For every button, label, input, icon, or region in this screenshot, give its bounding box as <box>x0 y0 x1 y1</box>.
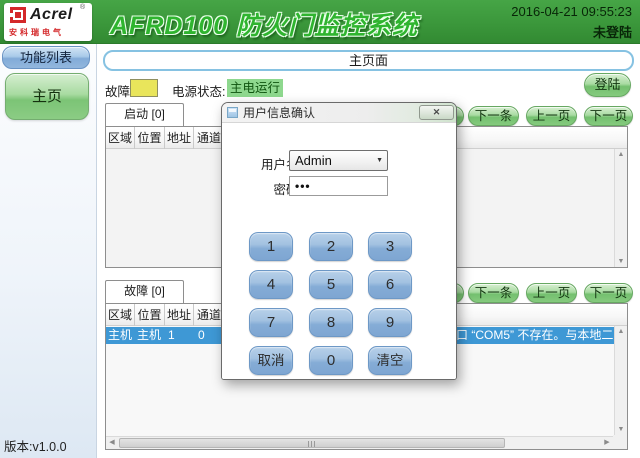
brand-text: Acrel <box>30 6 73 24</box>
scroll-up-icon[interactable]: ▲ <box>615 326 627 337</box>
cell-area: 主机 <box>108 327 132 344</box>
version-text: 版本:v1.0.0 <box>4 436 67 455</box>
acrel-logo-icon <box>10 7 26 23</box>
dialog-window-icon <box>227 107 238 118</box>
cell-address: 1 <box>168 327 175 344</box>
keypad-button-1[interactable]: 1 <box>249 232 293 261</box>
column-header-area: 区域 <box>106 127 135 149</box>
keypad-button-2[interactable]: 2 <box>309 232 353 261</box>
username-select[interactable]: Admin ▼ <box>289 150 388 171</box>
fault-table-vertical-scrollbar[interactable]: ▲ ▼ <box>614 326 627 435</box>
dialog-titlebar[interactable]: 用户信息确认 ✕ <box>222 103 456 123</box>
dialog-title: 用户信息确认 <box>243 103 315 123</box>
scroll-right-icon[interactable]: ▶ <box>601 437 613 449</box>
cell-channel: 0 <box>198 327 205 344</box>
login-button[interactable]: 登陆 <box>584 73 631 97</box>
close-icon[interactable]: ✕ <box>419 105 454 120</box>
scroll-down-icon[interactable]: ▼ <box>615 256 627 267</box>
tab-fault[interactable]: 故障 [0] <box>105 280 184 303</box>
keypad-button-7[interactable]: 7 <box>249 308 293 337</box>
horizontal-scrollbar-thumb[interactable] <box>119 438 505 448</box>
page-title: 主页面 <box>103 50 634 71</box>
keypad-button-3[interactable]: 3 <box>368 232 412 261</box>
app-title: AFRD100 防火门监控系统 <box>110 6 418 42</box>
datetime-text: 2016-04-21 09:55:23 <box>511 4 632 19</box>
keypad-button-9[interactable]: 9 <box>368 308 412 337</box>
prev-page-button-top[interactable]: 上一页 <box>526 106 577 126</box>
cell-location: 主机 <box>137 327 161 344</box>
column-header-area: 区域 <box>106 304 135 326</box>
next-item-button-top[interactable]: 下一条 <box>468 106 519 126</box>
sidebar-header-function-list[interactable]: 功能列表 <box>2 46 90 69</box>
next-page-button-top[interactable]: 下一页 <box>584 106 633 126</box>
prev-page-button-bottom[interactable]: 上一页 <box>526 283 577 303</box>
tab-start[interactable]: 启动 [0] <box>105 103 184 126</box>
column-header-location: 位置 <box>135 127 165 149</box>
user-confirm-dialog: 用户信息确认 ✕ 用户名: Admin ▼ 密码: 1 2 3 4 5 6 7 … <box>221 102 457 380</box>
keypad-button-8[interactable]: 8 <box>309 308 353 337</box>
start-table-vertical-scrollbar[interactable]: ▲ ▼ <box>614 149 627 267</box>
scroll-up-icon[interactable]: ▲ <box>615 149 627 160</box>
password-field[interactable] <box>289 176 388 196</box>
scrollbar-corner <box>613 435 627 449</box>
fault-table-horizontal-scrollbar[interactable]: ◀ ▶ <box>106 436 613 449</box>
sidebar-item-home[interactable]: 主页 <box>5 73 89 120</box>
dialog-body: 用户名: Admin ▼ 密码: 1 2 3 4 5 6 7 8 9 取消 0 … <box>222 123 456 379</box>
app-window: Acrel ® 安科瑞电气 AFRD100 防火门监控系统 2016-04-21… <box>0 0 640 458</box>
username-selected-value: Admin <box>295 151 332 170</box>
fault-color-swatch <box>130 79 158 97</box>
brand-subtext: 安科瑞电气 <box>9 27 64 38</box>
next-page-button-bottom[interactable]: 下一页 <box>584 283 633 303</box>
sidebar: 功能列表 主页 版本:v1.0.0 <box>0 44 97 458</box>
keypad-button-4[interactable]: 4 <box>249 270 293 299</box>
scroll-left-icon[interactable]: ◀ <box>106 437 118 449</box>
next-item-button-bottom[interactable]: 下一条 <box>468 283 519 303</box>
login-status-text: 未登陆 <box>593 22 632 41</box>
keypad-button-0[interactable]: 0 <box>309 346 353 375</box>
cell-message: 串口 “COM5” 不存在。与本地二总 <box>444 327 614 344</box>
power-status-badge: 主电运行 <box>227 79 283 97</box>
keypad-button-5[interactable]: 5 <box>309 270 353 299</box>
chevron-down-icon: ▼ <box>376 151 383 170</box>
registered-mark: ® <box>80 4 85 11</box>
acrel-logo: Acrel ® 安科瑞电气 <box>4 3 92 41</box>
keypad-clear-button[interactable]: 清空 <box>368 346 412 375</box>
column-header-location: 位置 <box>135 304 165 326</box>
column-header-address: 地址 <box>165 127 194 149</box>
keypad-button-6[interactable]: 6 <box>368 270 412 299</box>
power-status-label: 电源状态: <box>172 81 225 100</box>
keypad-cancel-button[interactable]: 取消 <box>249 346 293 375</box>
column-header-address: 地址 <box>165 304 194 326</box>
header-banner: Acrel ® 安科瑞电气 AFRD100 防火门监控系统 2016-04-21… <box>0 0 640 44</box>
scroll-down-icon[interactable]: ▼ <box>615 424 627 435</box>
